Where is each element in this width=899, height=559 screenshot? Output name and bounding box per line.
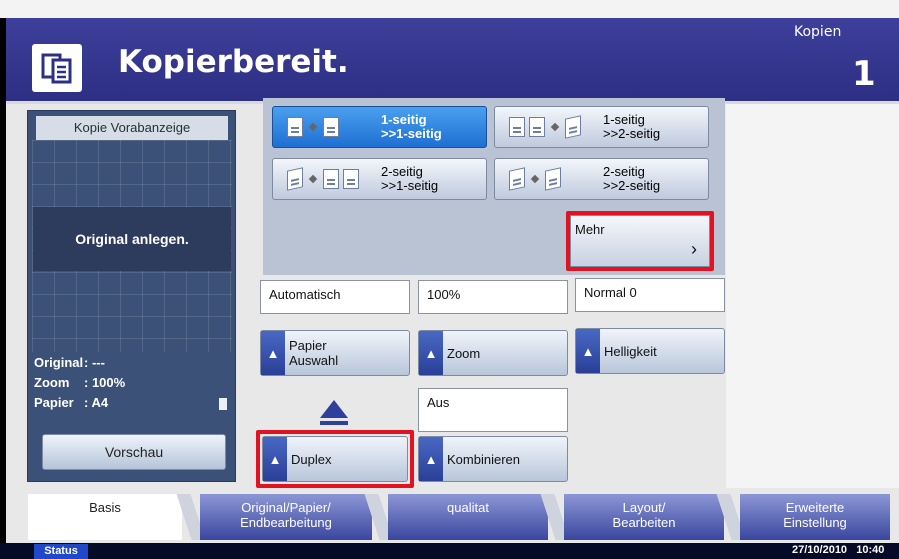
info-row-original: Original: --- (34, 355, 105, 370)
info-row-zoom: Zoom : 100% (34, 375, 125, 390)
page-icon (509, 117, 525, 137)
info-value: : A4 (84, 395, 109, 410)
zoom-label: Zoom (447, 345, 481, 361)
density-button[interactable]: ▲ Helligkeit (575, 328, 725, 374)
mode-2-to-2-button[interactable]: 2-seitig >>2-seitig (494, 158, 709, 200)
chevron-up-icon: ▲ (261, 331, 285, 375)
right-strip (726, 104, 899, 488)
mode-label: 1-seitig >>1-seitig (381, 112, 442, 141)
tab-advanced[interactable]: Erweiterte Einstellung (740, 494, 890, 540)
arrow-icon (308, 122, 318, 132)
paper-select-button[interactable]: ▲ Papier Auswahl (260, 330, 410, 376)
info-value: : --- (84, 355, 105, 370)
page-title: Kopierbereit. (118, 44, 349, 80)
duplex-page-icon (545, 167, 561, 191)
tab-layout[interactable]: Layout/ Bearbeiten (564, 494, 724, 540)
mode-label: 1-seitig >>2-seitig (603, 112, 661, 141)
info-key: Zoom (34, 375, 70, 390)
info-row-paper: Papier : A4 (34, 395, 108, 410)
mode-1-to-2-button[interactable]: 1-seitig >>2-seitig (494, 106, 709, 148)
arrow-icon (530, 174, 540, 184)
arrow-icon (550, 122, 560, 132)
preview-title: Kopie Vorabanzeige (36, 116, 228, 140)
duplex-page-icon (287, 167, 303, 191)
mode-2-to-1-button[interactable]: 2-seitig >>1-seitig (272, 158, 487, 200)
arrow-icon (308, 174, 318, 184)
highlight-box-duplex (256, 430, 414, 488)
chevron-up-icon: ▲ (576, 329, 600, 373)
zoom-value: 100% (418, 280, 568, 314)
page-icon (343, 169, 359, 189)
highlight-box-more (566, 211, 714, 271)
density-label: Helligkeit (604, 343, 657, 359)
copies-count: 1 (852, 54, 876, 94)
copy-icon (32, 44, 82, 92)
tab-basis[interactable]: Basis (28, 494, 182, 540)
time-text: 10:40 (856, 544, 885, 556)
mode-label: 2-seitig >>2-seitig (603, 164, 661, 193)
page-icon (287, 117, 303, 137)
combine-value: Aus (418, 388, 568, 432)
preview-message: Original anlegen. (33, 207, 231, 271)
chevron-up-icon: ▲ (419, 331, 443, 375)
page-icon (529, 117, 545, 137)
density-value: Normal 0 (575, 278, 725, 312)
duplex-page-icon (509, 167, 525, 191)
date-time: 27/10/2010 10:40 (792, 544, 884, 556)
info-key: Papier (34, 395, 74, 410)
paper-orientation-icon (219, 398, 227, 410)
screen-bezel (0, 0, 899, 18)
status-button[interactable]: Status (34, 544, 88, 559)
copies-label: Kopien (794, 24, 842, 40)
zoom-button[interactable]: ▲ Zoom (418, 330, 568, 376)
mode-icons (273, 117, 381, 137)
page-icon (323, 117, 339, 137)
mode-1-to-1-button[interactable]: 1-seitig >>1-seitig (272, 106, 487, 148)
eject-icon (320, 400, 348, 425)
mode-label: 2-seitig >>1-seitig (381, 164, 439, 193)
status-bar (0, 543, 899, 559)
page-icon (323, 169, 339, 189)
mode-icons (495, 115, 603, 139)
preview-button[interactable]: Vorschau (42, 434, 226, 470)
mode-icons (495, 167, 603, 191)
tab-quality[interactable]: qualitat (388, 494, 548, 540)
date-text: 27/10/2010 (792, 544, 848, 556)
combine-button[interactable]: ▲ Kombinieren (418, 436, 568, 482)
tab-original-paper[interactable]: Original/Papier/ Endbearbeitung (200, 494, 372, 540)
mode-icons (273, 167, 381, 191)
info-value: : 100% (84, 375, 126, 390)
duplex-page-icon (565, 115, 581, 139)
chevron-up-icon: ▲ (419, 437, 443, 481)
combine-label: Kombinieren (447, 451, 520, 467)
info-key: Original (34, 355, 84, 370)
paper-select-label: Papier Auswahl (289, 338, 339, 368)
header-bar: Kopierbereit. Kopien 1 (6, 18, 899, 104)
paper-value: Automatisch (260, 280, 410, 314)
